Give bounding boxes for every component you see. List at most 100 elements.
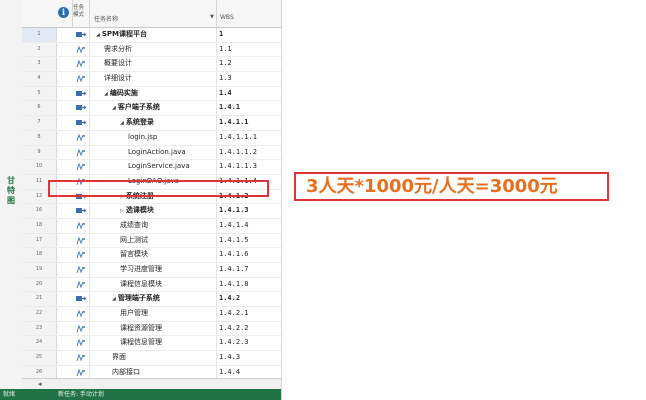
row-number[interactable]: 9: [22, 145, 57, 160]
task-name-cell[interactable]: LoginService.java: [128, 160, 190, 174]
row-number[interactable]: 1: [22, 28, 57, 42]
wbs-cell[interactable]: 1.4.1.8: [219, 278, 249, 292]
wbs-cell[interactable]: 1.2: [219, 57, 232, 71]
task-name-cell[interactable]: ▷ 选课模块: [120, 204, 154, 219]
wbs-cell[interactable]: 1.4.1.1.2: [219, 146, 257, 160]
table-row[interactable]: 2 需求分析 1.1: [22, 42, 281, 58]
row-number[interactable]: 7: [22, 116, 57, 130]
row-number[interactable]: 25: [22, 351, 57, 365]
wbs-cell[interactable]: 1.4.1.3: [219, 204, 249, 218]
row-number[interactable]: 19: [22, 263, 57, 277]
task-name-cell[interactable]: 留言模块: [120, 248, 148, 262]
task-name-cell[interactable]: 网上测试: [120, 234, 148, 248]
row-number[interactable]: 8: [22, 130, 57, 145]
table-row[interactable]: 18 留言模块 1.4.1.6: [22, 248, 281, 263]
task-name-cell[interactable]: login.jsp: [128, 131, 157, 145]
table-row[interactable]: 6 ◢ 客户端子系统 1.4.1: [22, 101, 281, 117]
task-name-cell[interactable]: 课程信息管理: [120, 336, 162, 350]
new-tasks-mode[interactable]: 新任务: 手动计划: [58, 389, 104, 400]
table-row[interactable]: 20 课程信息模块 1.4.1.8: [22, 277, 281, 293]
row-number[interactable]: 4: [22, 72, 57, 86]
task-name-cell[interactable]: 概要设计: [104, 57, 132, 71]
task-name-cell[interactable]: ◢ SPM课程平台: [96, 28, 147, 43]
task-name-cell[interactable]: 课程信息模块: [120, 278, 162, 292]
collapse-icon[interactable]: ◢: [120, 120, 124, 126]
chevron-down-icon[interactable]: ▼: [210, 14, 214, 20]
wbs-cell[interactable]: 1.4.1.7: [219, 263, 249, 277]
task-name-cell[interactable]: LoginAction.java: [128, 146, 186, 160]
horizontal-scrollbar[interactable]: ◂: [22, 378, 281, 389]
task-name-cell[interactable]: ◢ 系统登录: [120, 116, 154, 131]
row-number[interactable]: 23: [22, 321, 57, 336]
scroll-left-icon[interactable]: ◂: [38, 379, 42, 389]
table-row[interactable]: 5 ◢ 编码实施 1.4: [22, 86, 281, 102]
wbs-cell[interactable]: 1.4.1: [219, 101, 240, 115]
expand-icon[interactable]: ▷: [120, 208, 124, 214]
task-name-cell[interactable]: 需求分析: [104, 43, 132, 57]
wbs-cell[interactable]: 1.4.1.1: [219, 116, 249, 130]
info-column-header[interactable]: i: [56, 0, 73, 27]
table-row[interactable]: 19 学习进度管理 1.4.1.7: [22, 263, 281, 278]
table-row[interactable]: 3 概要设计 1.2: [22, 57, 281, 73]
wbs-column-header[interactable]: WBS: [217, 0, 281, 27]
wbs-cell[interactable]: 1.4.1.5: [219, 234, 249, 248]
table-row[interactable]: 25 界面 1.4.3: [22, 351, 281, 366]
wbs-cell[interactable]: 1.4.1.6: [219, 248, 249, 262]
table-row[interactable]: 16 ▷ 选课模块 1.4.1.3: [22, 204, 281, 219]
task-name-cell[interactable]: ◢ 客户端子系统: [112, 101, 160, 116]
wbs-cell[interactable]: 1.4.1.1.1: [219, 131, 257, 145]
task-name-cell[interactable]: ◢ 编码实施: [104, 87, 138, 102]
row-number[interactable]: 2: [22, 42, 57, 57]
task-name-cell[interactable]: 课程资源管理: [120, 322, 162, 336]
task-name-cell[interactable]: 详细设计: [104, 72, 132, 86]
table-row[interactable]: 17 网上测试 1.4.1.5: [22, 233, 281, 249]
table-row[interactable]: 1 ◢ SPM课程平台 1: [22, 28, 281, 43]
table-row[interactable]: 22 用户管理 1.4.2.1: [22, 307, 281, 322]
row-number[interactable]: 21: [22, 292, 57, 307]
row-number[interactable]: 16: [22, 204, 57, 218]
table-row[interactable]: 4 详细设计 1.3: [22, 72, 281, 87]
row-number[interactable]: 3: [22, 57, 57, 72]
row-number[interactable]: 17: [22, 233, 57, 248]
wbs-cell[interactable]: 1.4.1.4: [219, 219, 249, 233]
table-row[interactable]: 10 LoginService.java 1.4.1.1.3: [22, 160, 281, 175]
table-row[interactable]: 23 课程资源管理 1.4.2.2: [22, 321, 281, 337]
row-number[interactable]: 6: [22, 101, 57, 116]
task-name-cell[interactable]: 成绩查询: [120, 219, 148, 233]
table-row[interactable]: 9 LoginAction.java 1.4.1.1.2: [22, 145, 281, 161]
wbs-cell[interactable]: 1: [219, 28, 223, 42]
wbs-cell[interactable]: 1.4.3: [219, 351, 240, 365]
task-name-column-header[interactable]: 任务名称 ▼: [90, 0, 217, 27]
table-row[interactable]: 18 成绩查询 1.4.1.4: [22, 218, 281, 234]
task-name-cell[interactable]: 用户管理: [120, 307, 148, 321]
wbs-cell[interactable]: 1.1: [219, 43, 232, 57]
table-row[interactable]: 8 login.jsp 1.4.1.1.1: [22, 130, 281, 146]
collapse-icon[interactable]: ◢: [104, 91, 108, 97]
table-row[interactable]: 24 课程信息管理 1.4.2.3: [22, 336, 281, 352]
row-number[interactable]: 5: [22, 86, 57, 101]
gantt-view-label[interactable]: 甘特图: [4, 176, 18, 206]
wbs-cell[interactable]: 1.4.2.1: [219, 307, 249, 321]
task-name-cell[interactable]: 学习进度管理: [120, 263, 162, 277]
row-number[interactable]: 24: [22, 336, 57, 351]
row-number[interactable]: 20: [22, 277, 57, 292]
wbs-cell[interactable]: 1.4.2.2: [219, 322, 249, 336]
row-number[interactable]: 18: [22, 218, 57, 233]
collapse-icon[interactable]: ◢: [112, 105, 116, 111]
wbs-cell[interactable]: 1.4.2: [219, 292, 240, 306]
wbs-cell[interactable]: 1.4.2.3: [219, 336, 249, 350]
collapse-icon[interactable]: ◢: [112, 296, 116, 302]
table-row[interactable]: 7 ◢ 系统登录 1.4.1.1: [22, 116, 281, 131]
row-number[interactable]: 10: [22, 160, 57, 174]
wbs-cell[interactable]: 1.3: [219, 72, 232, 86]
wbs-cell[interactable]: 1.4: [219, 87, 232, 101]
collapse-icon[interactable]: ◢: [96, 32, 100, 38]
table-row[interactable]: 21 ◢ 管理端子系统 1.4.2: [22, 292, 281, 308]
wbs-cell[interactable]: 1.4.1.1.3: [219, 160, 257, 174]
row-number[interactable]: 22: [22, 307, 57, 321]
task-name-cell[interactable]: ◢ 管理端子系统: [112, 292, 160, 307]
task-name-cell[interactable]: 界面: [112, 351, 126, 365]
view-bar[interactable]: 甘特图: [0, 0, 23, 392]
task-mode-column-header[interactable]: 任务 模式: [73, 0, 90, 27]
row-number[interactable]: 18: [22, 248, 57, 262]
